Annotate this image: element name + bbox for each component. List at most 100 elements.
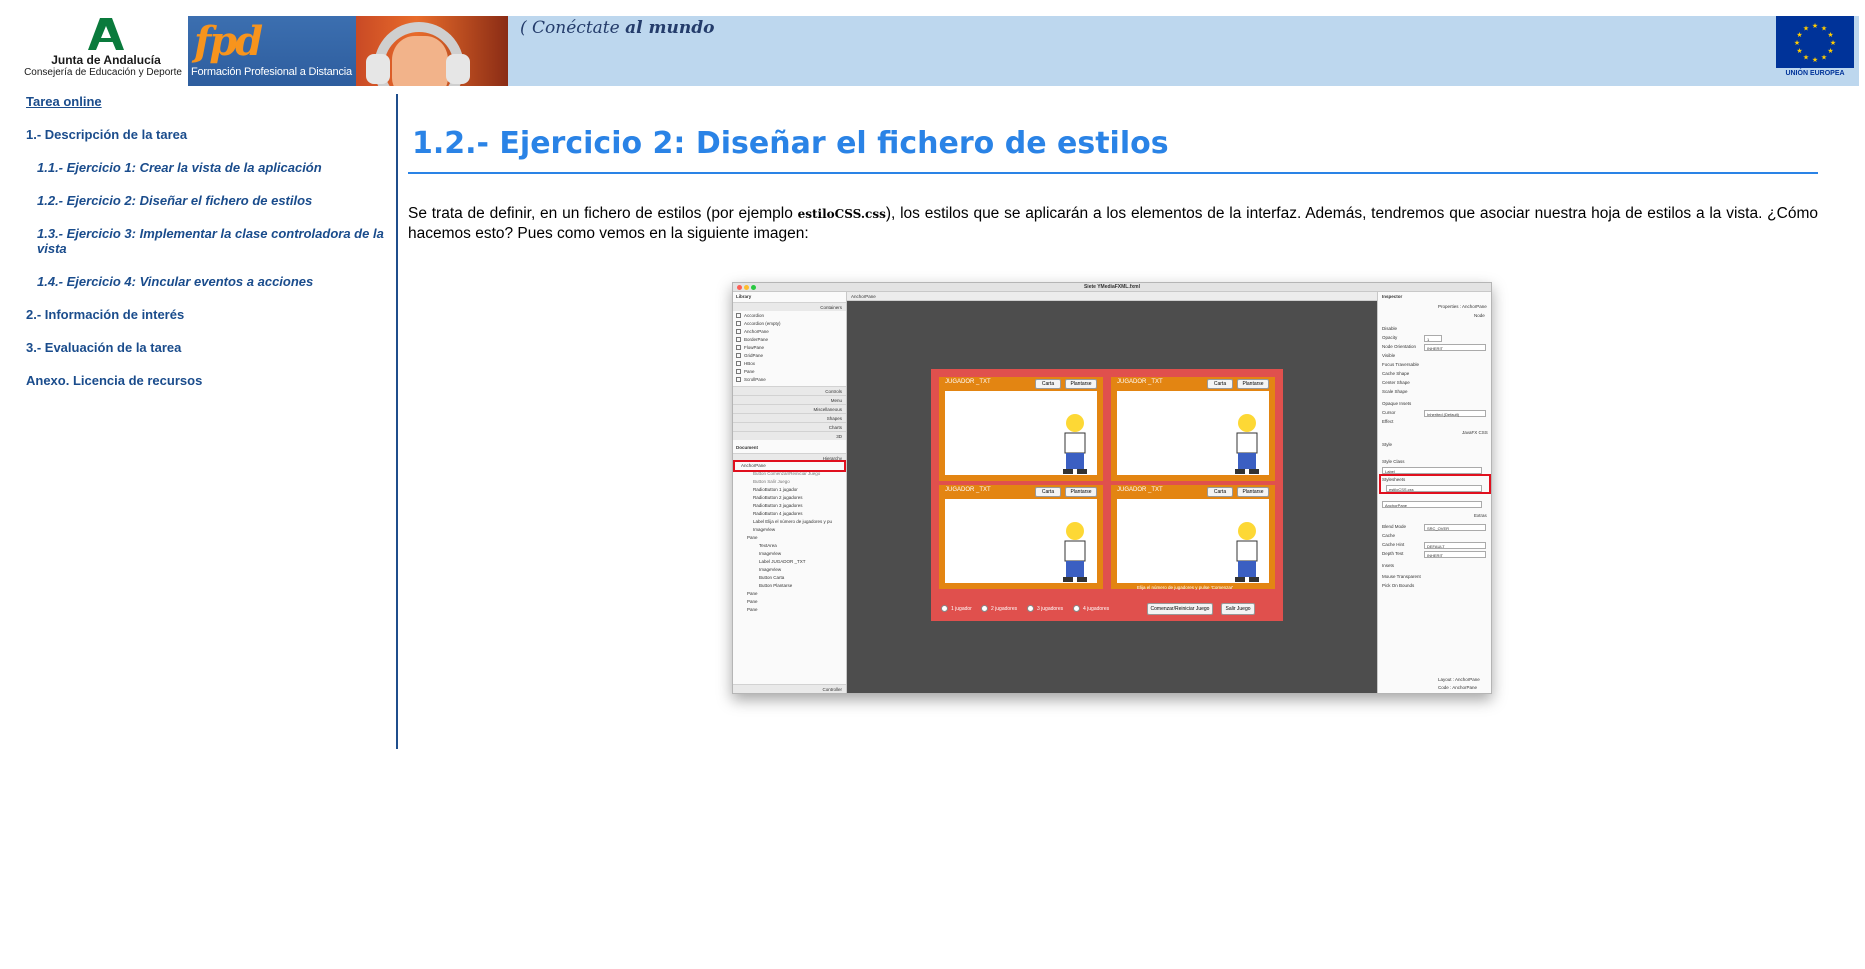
library-item: Pane bbox=[736, 368, 755, 376]
style-label: Style bbox=[1382, 442, 1393, 447]
nav-ejercicio-1[interactable]: 1.1.- Ejercicio 1: Crear la vista de la … bbox=[37, 160, 387, 175]
hierarchy-item: Pane bbox=[747, 535, 758, 540]
library-title: Library bbox=[736, 294, 752, 299]
scene-builder-screenshot: Siete YMediaFXML.fxml Library Containers… bbox=[732, 282, 1492, 694]
player-card: JUGADOR _TXT Carta Plantarse bbox=[939, 485, 1103, 589]
library-item: GridPane bbox=[736, 352, 763, 360]
library-panel: Library Containers Accordion Accordion (… bbox=[733, 292, 847, 693]
main-content: 1.2.- Ejercicio 2: Diseñar el fichero de… bbox=[408, 86, 1828, 886]
window-title: Siete YMediaFXML.fxml bbox=[1083, 284, 1141, 290]
radio-3-jugadores: 3 jugadores bbox=[1027, 605, 1063, 612]
insp-row: Cache Hint bbox=[1382, 542, 1405, 547]
library-item: Accordion (empty) bbox=[736, 320, 781, 328]
extras-header: Extras bbox=[1474, 513, 1487, 518]
nav-descripcion[interactable]: 1.- Descripción de la tarea bbox=[26, 127, 187, 142]
fpd-logo-block: fpd Formación Profesional a Distancia bbox=[188, 16, 356, 86]
insp-row: Cache Shape bbox=[1382, 371, 1410, 376]
style-class-value: Label bbox=[1382, 467, 1482, 474]
nav-informacion[interactable]: 2.- Información de interés bbox=[26, 307, 184, 322]
nav-ejercicio-3[interactable]: 1.3.- Ejercicio 3: Implementar la clase … bbox=[37, 226, 391, 256]
nav-ejercicio-4[interactable]: 1.4.- Ejercicio 4: Vincular eventos a ac… bbox=[37, 274, 387, 289]
junta-subtitle: Consejería de Educación y Deporte bbox=[24, 67, 182, 78]
title-divider bbox=[408, 172, 1818, 174]
slogan-part-1: Conéctate bbox=[532, 18, 620, 38]
svg-text:★: ★ bbox=[1812, 22, 1818, 30]
fpd-caption: Formación Profesional a Distancia bbox=[191, 66, 352, 78]
hierarchy-item: Pane bbox=[747, 599, 758, 604]
radio-2-jugadores: 2 jugadores bbox=[981, 605, 1017, 612]
insp-value: SRC_OVER bbox=[1424, 524, 1486, 531]
fpd-logo: fpd bbox=[194, 18, 263, 65]
library-section-shapes: Shapes bbox=[733, 413, 846, 422]
insp-row: Mouse Transparent bbox=[1382, 574, 1421, 579]
svg-text:★: ★ bbox=[1812, 56, 1818, 64]
eu-label: UNIÓN EUROPEA bbox=[1785, 70, 1845, 77]
svg-text:★: ★ bbox=[1830, 39, 1836, 47]
insp-row: Opaque Insets bbox=[1382, 401, 1412, 406]
svg-text:★: ★ bbox=[1827, 47, 1833, 55]
insp-row: Focus Traversable bbox=[1382, 362, 1420, 367]
homer-icon bbox=[1235, 522, 1259, 582]
insp-row: Insets bbox=[1382, 563, 1395, 568]
hierarchy-item: RadioButton 2 jugadores bbox=[753, 495, 803, 500]
library-item: HBox bbox=[736, 360, 755, 368]
canvas-breadcrumb: AnchorPane bbox=[847, 292, 1377, 301]
homer-icon bbox=[1063, 414, 1087, 474]
library-section-charts: Charts bbox=[733, 422, 846, 431]
insp-row: Center Shape bbox=[1382, 380, 1410, 385]
javafx-css-header: JavaFX CSS bbox=[1462, 430, 1488, 435]
hierarchy-item: Pane bbox=[747, 591, 758, 596]
eu-logo: ★ ★ ★ ★ ★ ★ ★ ★ ★ ★ ★ ★ UNIÓN EUROPEA bbox=[1775, 16, 1855, 86]
insp-row: Depth Test bbox=[1382, 551, 1404, 556]
insp-value: DEFAULT bbox=[1424, 542, 1486, 549]
insp-value: Inherited (Default) bbox=[1424, 410, 1486, 417]
hierarchy-item: ImageView bbox=[759, 551, 782, 556]
game-preview: JUGADOR _TXT Carta Plantarse JUGADOR _TX… bbox=[931, 369, 1283, 621]
inspector-node: Node bbox=[1474, 313, 1485, 318]
hierarchy-item: RadioButton 4 jugadores bbox=[753, 511, 803, 516]
radio-1-jugador: 1 jugador bbox=[941, 605, 972, 612]
library-item: BorderPane bbox=[736, 336, 768, 344]
nav-evaluacion[interactable]: 3.- Evaluación de la tarea bbox=[26, 340, 181, 355]
library-section-containers: Containers bbox=[733, 302, 846, 311]
intro-paragraph: Se trata de definir, en un fichero de es… bbox=[408, 204, 1818, 243]
inspector-title: Inspector bbox=[1382, 294, 1403, 299]
exit-game-button: Salir Juego bbox=[1221, 603, 1255, 615]
svg-text:★: ★ bbox=[1827, 31, 1833, 39]
insp-row: Opacity bbox=[1382, 335, 1398, 340]
insp-row: Disable bbox=[1382, 326, 1398, 331]
insp-value: INHERIT bbox=[1424, 344, 1486, 351]
hierarchy-item: ImageView bbox=[759, 567, 782, 572]
hierarchy-item: TextArea bbox=[759, 543, 777, 548]
design-canvas: JUGADOR _TXT Carta Plantarse JUGADOR _TX… bbox=[847, 301, 1377, 693]
svg-text:★: ★ bbox=[1821, 25, 1827, 33]
insp-row: Node Orientation bbox=[1382, 344, 1417, 349]
paragraph-text-1: Se trata de definir, en un fichero de es… bbox=[408, 205, 798, 222]
player-card: JUGADOR _TXT Carta Plantarse bbox=[939, 377, 1103, 481]
homer-icon bbox=[1063, 522, 1087, 582]
nav-ejercicio-2[interactable]: 1.2.- Ejercicio 2: Diseñar el fichero de… bbox=[37, 193, 387, 208]
library-item: ScrollPane bbox=[736, 376, 766, 384]
library-section-3d: 3D bbox=[733, 431, 846, 440]
insp-row: Scale Shape bbox=[1382, 389, 1408, 394]
game-instructions: Elija el número de jugadores y pulse 'Co… bbox=[1137, 585, 1234, 590]
hierarchy-item: RadioButton 3 jugadores bbox=[753, 503, 803, 508]
svg-text:★: ★ bbox=[1796, 31, 1802, 39]
player-card: JUGADOR _TXT Carta Plantarse bbox=[1111, 485, 1275, 589]
controller-header: Controller bbox=[733, 684, 846, 693]
svg-text:★: ★ bbox=[1803, 25, 1809, 33]
insp-value: INHERIT bbox=[1424, 551, 1486, 558]
nav-anexo[interactable]: Anexo. Licencia de recursos bbox=[26, 373, 202, 388]
library-item: Accordion bbox=[736, 312, 764, 320]
highlight-anchorpane bbox=[733, 460, 846, 472]
library-item: FlowPane bbox=[736, 344, 764, 352]
svg-text:★: ★ bbox=[1803, 54, 1809, 62]
insp-row: Visible bbox=[1382, 353, 1396, 358]
nav-tarea-online[interactable]: Tarea online bbox=[26, 94, 102, 109]
paragraph-filename: estiloCSS.css bbox=[797, 207, 886, 221]
hierarchy-item: Button Salir Juego bbox=[753, 479, 790, 484]
fpd-banner: fpd Formación Profesional a Distancia ( … bbox=[188, 16, 1859, 86]
junta-logo: Junta de Andalucía Consejería de Educaci… bbox=[24, 16, 186, 84]
insp-row: Pick On Bounds bbox=[1382, 583, 1415, 588]
page-title: 1.2.- Ejercicio 2: Diseñar el fichero de… bbox=[412, 126, 1169, 161]
